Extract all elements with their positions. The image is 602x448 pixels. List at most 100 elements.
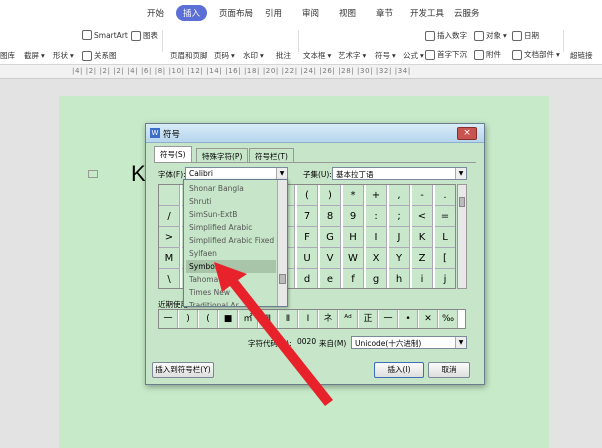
font-list-item[interactable]: Symbol xyxy=(186,260,276,273)
recent-symbol-cell[interactable]: 一 xyxy=(379,310,398,328)
symbol-cell[interactable]: j xyxy=(435,269,455,288)
horizontal-ruler[interactable]: |4| |2| |2| |2| |4| |6| |8| |10| |12| |1… xyxy=(0,65,602,79)
font-list-item[interactable]: Traditional Ar xyxy=(186,299,276,306)
textbox-button[interactable]: 文本框 ▾ xyxy=(303,50,331,61)
tab-symbols[interactable]: 符号(S) xyxy=(154,146,192,163)
recent-symbol-cell[interactable]: ネ xyxy=(319,310,338,328)
symbol-cell[interactable]: : xyxy=(366,206,387,227)
tab-chapter[interactable]: 章节 xyxy=(376,7,393,19)
symbol-cell[interactable]: \ xyxy=(159,269,180,288)
chevron-down-icon[interactable]: ▼ xyxy=(455,337,466,348)
dialog-titlebar[interactable]: W 符号 × xyxy=(146,124,484,143)
symbol-cell[interactable]: e xyxy=(320,269,341,288)
symbol-cell[interactable]: g xyxy=(366,269,387,288)
recent-symbol-cell[interactable]: ᴬᵈ xyxy=(339,310,358,328)
date-button[interactable]: 日期 xyxy=(512,30,539,41)
symbol-cell[interactable]: > xyxy=(159,227,180,248)
symbol-cell[interactable]: 8 xyxy=(320,206,341,227)
symbol-cell[interactable]: G xyxy=(320,227,341,248)
comment-button[interactable]: 批注 xyxy=(276,50,291,61)
font-list-item[interactable]: Shonar Bangla xyxy=(186,182,276,195)
symbol-cell[interactable]: H xyxy=(343,227,364,248)
tab-cloud[interactable]: 云服务 xyxy=(454,7,480,19)
font-list-item[interactable]: Tahoma xyxy=(186,273,276,286)
cancel-button[interactable]: 取消 xyxy=(428,362,470,378)
shapes-button[interactable]: 形状 ▾ xyxy=(53,50,74,61)
wordart-button[interactable]: 艺术字 ▾ xyxy=(338,50,366,61)
tab-review[interactable]: 审阅 xyxy=(302,7,319,19)
font-list-item[interactable]: SimSun-ExtB xyxy=(186,208,276,221)
scrollbar-thumb[interactable] xyxy=(459,197,465,207)
recent-symbol-cell[interactable]: Ⅱ xyxy=(279,310,298,328)
symbol-cell[interactable]: Y xyxy=(389,248,410,269)
font-list-item[interactable]: Times New xyxy=(186,286,276,299)
chart-button[interactable]: 图表 xyxy=(131,30,158,41)
tab-page-layout[interactable]: 页面布局 xyxy=(219,7,253,19)
symbol-cell[interactable]: V xyxy=(320,248,341,269)
font-list-item[interactable]: Sylfaen xyxy=(186,247,276,260)
tab-special-chars[interactable]: 特殊字符(P) xyxy=(196,148,249,162)
symbol-cell[interactable]: . xyxy=(435,185,455,206)
recent-symbol-cell[interactable]: ) xyxy=(179,310,198,328)
recent-symbol-cell[interactable]: ‰ xyxy=(439,310,458,328)
symbol-cell[interactable]: = xyxy=(435,206,455,227)
symbol-cell[interactable]: K xyxy=(412,227,433,248)
symbol-grid-scrollbar[interactable] xyxy=(457,184,467,289)
relations-button[interactable]: 关系图 xyxy=(82,50,117,61)
symbol-button[interactable]: 符号 ▾ xyxy=(375,50,396,61)
doc-parts-button[interactable]: 文档部件 ▾ xyxy=(512,49,560,60)
recent-symbol-cell[interactable]: ㎡ xyxy=(239,310,258,328)
symbol-cell[interactable]: Z xyxy=(412,248,433,269)
symbol-cell[interactable]: J xyxy=(389,227,410,248)
symbol-cell[interactable]: - xyxy=(412,185,433,206)
symbol-cell[interactable]: , xyxy=(389,185,410,206)
recent-symbol-cell[interactable]: ( xyxy=(199,310,218,328)
tab-home[interactable]: 开始 xyxy=(147,7,164,19)
dropcap-button[interactable]: 首字下沉 xyxy=(425,49,467,60)
symbol-cell[interactable]: 7 xyxy=(297,206,318,227)
tab-symbol-bar[interactable]: 符号栏(T) xyxy=(249,148,294,162)
recent-symbol-cell[interactable]: ✕ xyxy=(419,310,438,328)
symbol-cell[interactable]: I xyxy=(366,227,387,248)
from-select[interactable]: Unicode(十六进制) ▼ xyxy=(351,336,467,349)
font-list-item[interactable]: Simplified Arabic xyxy=(186,221,276,234)
symbol-cell[interactable]: i xyxy=(412,269,433,288)
close-button[interactable]: × xyxy=(457,127,477,140)
header-footer-button[interactable]: 页眉和页脚 xyxy=(170,50,208,61)
symbol-cell[interactable]: h xyxy=(389,269,410,288)
picture-library-button[interactable]: 图库 xyxy=(0,50,15,61)
font-list-scrollbar[interactable] xyxy=(277,180,287,306)
recent-symbol-cell[interactable]: 正 xyxy=(359,310,378,328)
symbol-cell[interactable]: ( xyxy=(297,185,318,206)
subset-select[interactable]: 基本拉丁语 ▼ xyxy=(332,167,467,180)
attachment-button[interactable]: 附件 xyxy=(474,49,501,60)
recent-symbol-cell[interactable]: Ⅲ xyxy=(259,310,278,328)
recent-symbols-strip[interactable]: 一)(■ ㎡ Ⅲ Ⅱ Ⅰ ネ ᴬᵈ 正一 • ✕ ‰ xyxy=(158,309,466,329)
screenshot-button[interactable]: 截屏 ▾ xyxy=(24,50,45,61)
recent-symbol-cell[interactable]: 一 xyxy=(159,310,178,328)
symbol-cell[interactable]: L xyxy=(435,227,455,248)
symbol-cell[interactable]: + xyxy=(366,185,387,206)
page-number-button[interactable]: 页码 ▾ xyxy=(214,50,235,61)
insert-number-button[interactable]: 插入数字 xyxy=(425,30,467,41)
font-list-item[interactable]: Simplified Arabic Fixed xyxy=(186,234,276,247)
tab-view[interactable]: 视图 xyxy=(339,7,356,19)
insert-to-bar-button[interactable]: 插入到符号栏(Y) xyxy=(152,362,214,378)
chevron-down-icon[interactable]: ▼ xyxy=(455,168,466,179)
symbol-cell[interactable]: M xyxy=(159,248,180,269)
symbol-cell[interactable]: ) xyxy=(320,185,341,206)
symbol-cell[interactable]: X xyxy=(366,248,387,269)
symbol-cell[interactable]: U xyxy=(297,248,318,269)
watermark-button[interactable]: 水印 ▾ xyxy=(243,50,264,61)
symbol-cell[interactable]: [ xyxy=(435,248,455,269)
tab-references[interactable]: 引用 xyxy=(265,7,282,19)
symbol-cell[interactable]: / xyxy=(159,206,180,227)
char-code-input[interactable]: 0020 xyxy=(294,336,316,349)
symbol-cell[interactable]: d xyxy=(297,269,318,288)
hyperlink-button[interactable]: 超链接 xyxy=(570,50,593,61)
scrollbar-thumb[interactable] xyxy=(279,274,286,284)
smartart-button[interactable]: SmartArt xyxy=(82,30,128,40)
symbol-cell[interactable]: f xyxy=(343,269,364,288)
chevron-down-icon[interactable]: ▼ xyxy=(276,168,287,179)
formula-button[interactable]: 公式 ▾ xyxy=(403,50,424,61)
